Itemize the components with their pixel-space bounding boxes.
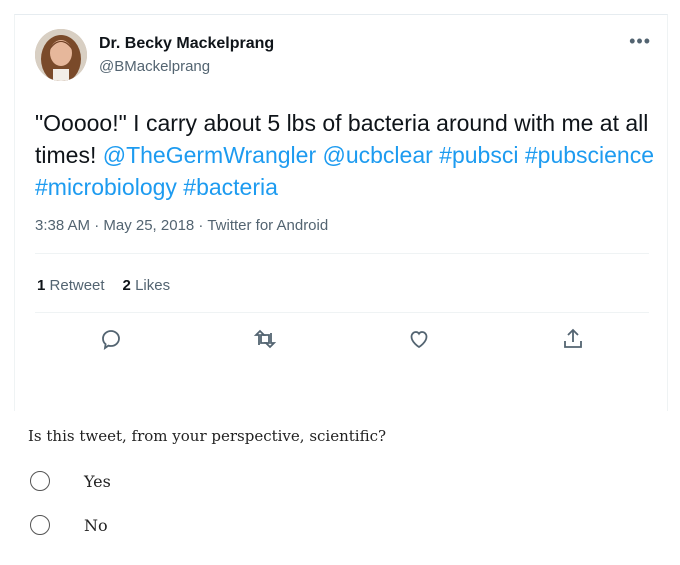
tweet-text: "Ooooo!" I carry about 5 lbs of bacteria…	[35, 107, 665, 203]
like-stat[interactable]: 2 Likes	[123, 277, 171, 294]
hashtag-pubsci[interactable]: #pubsci	[439, 142, 518, 168]
retweet-icon[interactable]	[253, 327, 279, 353]
mention-ucbclear[interactable]: @ucbclear	[323, 142, 433, 168]
divider	[35, 253, 649, 254]
like-label: Likes	[135, 277, 171, 294]
reply-icon[interactable]	[99, 327, 125, 353]
hashtag-bacteria[interactable]: #bacteria	[183, 174, 278, 200]
retweet-stat[interactable]: 1 Retweet	[37, 277, 105, 294]
like-count: 2	[122, 277, 131, 294]
share-icon[interactable]	[561, 327, 587, 353]
tweet-card: Dr. Becky Mackelprang @BMackelprang ••• …	[14, 14, 668, 411]
author-name[interactable]: Dr. Becky Mackelprang	[99, 35, 274, 53]
heart-icon[interactable]	[407, 327, 433, 353]
divider	[35, 312, 649, 313]
hashtag-microbiology[interactable]: #microbiology	[35, 174, 177, 200]
author-handle[interactable]: @BMackelprang	[99, 58, 210, 75]
mention-thegermwrangler[interactable]: @TheGermWrangler	[103, 142, 316, 168]
hashtag-pubscience[interactable]: #pubscience	[525, 142, 654, 168]
option-no-label[interactable]: No	[84, 516, 108, 535]
more-options-icon[interactable]: •••	[629, 31, 651, 52]
avatar[interactable]	[35, 29, 87, 81]
avatar-image	[35, 29, 87, 81]
tweet-timestamp[interactable]: 3:38 AM · May 25, 2018 · Twitter for And…	[35, 217, 328, 234]
survey-question: Is this tweet, from your perspective, sc…	[28, 427, 387, 445]
action-bar	[15, 327, 669, 357]
retweet-count: 1	[37, 277, 46, 294]
retweet-label: Retweet	[49, 277, 105, 294]
option-yes-label[interactable]: Yes	[84, 472, 111, 491]
radio-yes[interactable]	[30, 471, 50, 491]
radio-no[interactable]	[30, 515, 50, 535]
engagement-stats: 1 Retweet 2 Likes	[37, 277, 170, 294]
